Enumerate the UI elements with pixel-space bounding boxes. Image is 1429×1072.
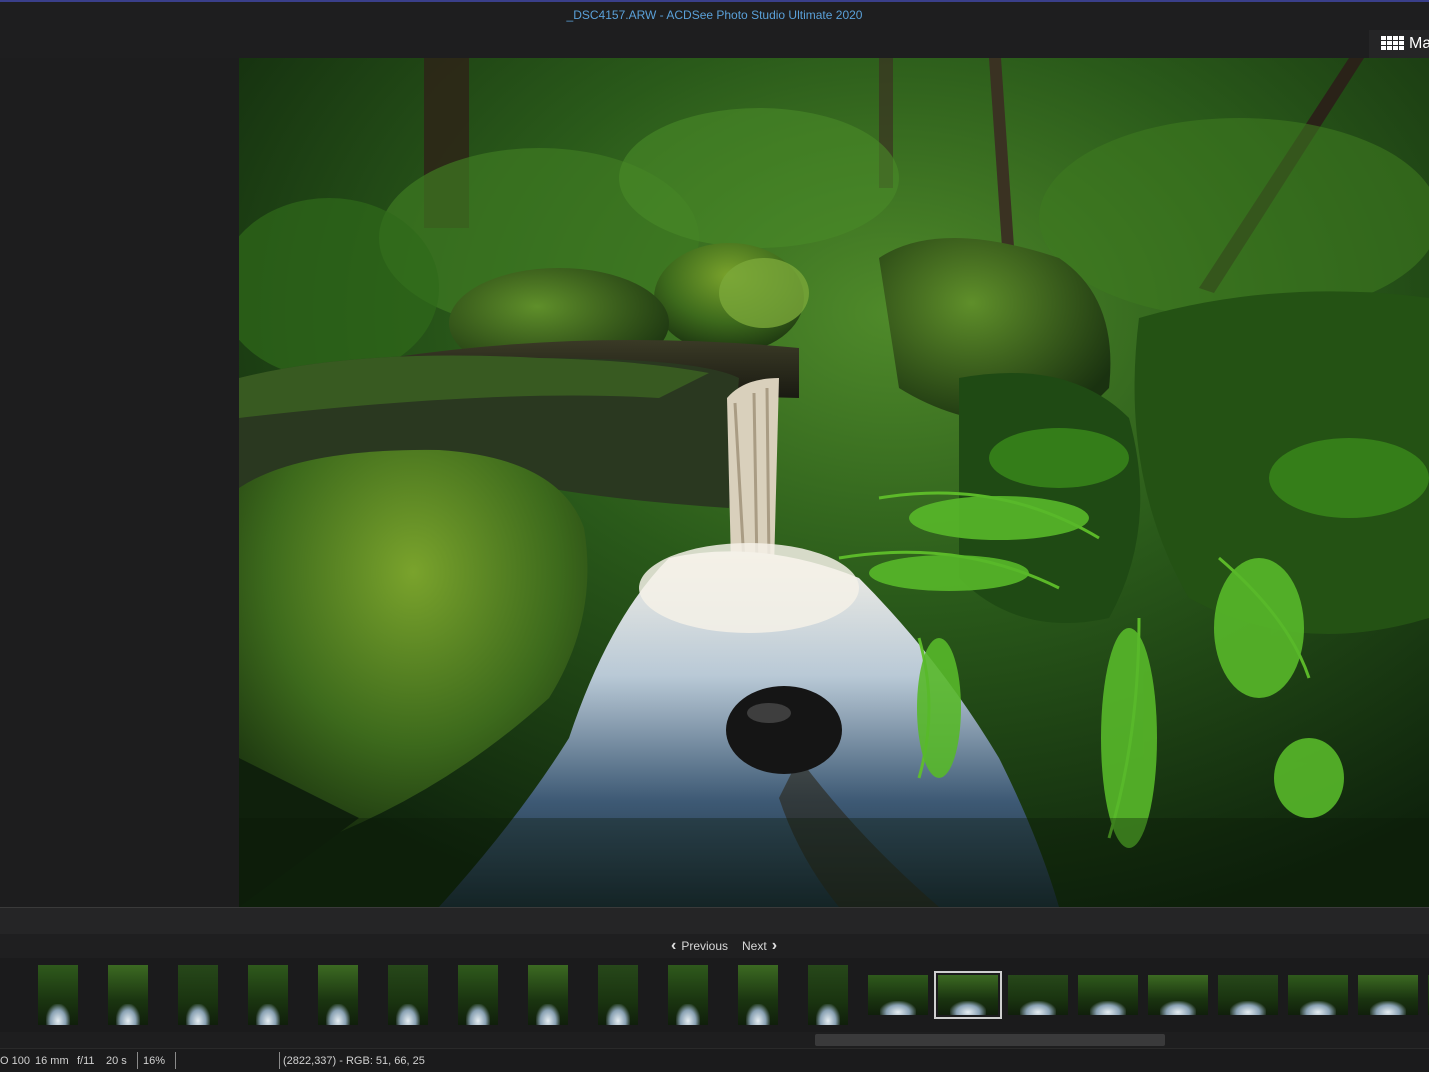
chevron-left-icon: ‹: [671, 937, 677, 954]
filmstrip-thumbnail[interactable]: [1078, 975, 1138, 1015]
thumbnail-image: [458, 965, 498, 1025]
thumbnail-image: [668, 965, 708, 1025]
filmstrip-thumbnail[interactable]: [1008, 975, 1068, 1015]
filmstrip-navigation: ‹ Previous Next ›: [0, 934, 1429, 958]
aperture-value: f/11: [77, 1055, 95, 1067]
filmstrip-thumbnail[interactable]: [388, 965, 428, 1025]
photo-forest-stream: [239, 58, 1429, 907]
image-viewer[interactable]: [239, 58, 1429, 907]
status-divider: [175, 1052, 176, 1069]
filmstrip-thumbnail[interactable]: [808, 965, 848, 1025]
filmstrip-thumbnail[interactable]: [248, 965, 288, 1025]
pixel-info: (2822,337) - RGB: 51, 66, 25: [283, 1055, 425, 1067]
thumbnail-image: [738, 965, 778, 1025]
filmstrip-separator: [0, 907, 1429, 934]
status-divider: [279, 1052, 280, 1069]
filmstrip-thumbnail[interactable]: [668, 965, 708, 1025]
scrollbar-thumb[interactable]: [815, 1034, 1165, 1046]
toolbar: Ma: [0, 30, 1429, 58]
filmstrip-thumbnail[interactable]: [1148, 975, 1208, 1015]
filmstrip: [0, 958, 1429, 1032]
thumbnail-image: [248, 965, 288, 1025]
grid-icon: [1381, 36, 1404, 52]
window-title: _DSC4157.ARW - ACDSee Photo Studio Ultim…: [566, 8, 863, 22]
left-panel: [0, 58, 239, 907]
previous-label: Previous: [681, 939, 729, 953]
filmstrip-thumbnail[interactable]: [598, 965, 638, 1025]
thumbnail-image: [318, 965, 358, 1025]
filmstrip-thumbnail[interactable]: [738, 965, 778, 1025]
thumbnail-image: [1288, 975, 1348, 1015]
thumbnail-image: [598, 965, 638, 1025]
thumbnail-image: [108, 965, 148, 1025]
thumbnail-image: [808, 965, 848, 1025]
thumbnail-image: [388, 965, 428, 1025]
filmstrip-thumbnail-selected[interactable]: [934, 971, 1002, 1019]
exposure-value: 20 s: [106, 1055, 127, 1067]
filmstrip-thumbnail[interactable]: [458, 965, 498, 1025]
title-bar: _DSC4157.ARW - ACDSee Photo Studio Ultim…: [0, 0, 1429, 30]
iso-value: O 100: [0, 1055, 30, 1067]
thumbnail-image: [1218, 975, 1278, 1015]
filmstrip-thumbnail[interactable]: [868, 975, 928, 1015]
chevron-right-icon: ›: [771, 937, 778, 954]
next-label: Next: [742, 939, 767, 953]
filmstrip-thumbnail[interactable]: [1288, 975, 1348, 1015]
next-button[interactable]: Next ›: [742, 937, 778, 954]
thumbnail-image: [528, 965, 568, 1025]
focal-length-value: 16 mm: [35, 1055, 69, 1067]
filmstrip-scrollbar[interactable]: [0, 1032, 1429, 1048]
thumbnail-image: [868, 975, 928, 1015]
filmstrip-thumbnail[interactable]: [318, 965, 358, 1025]
filmstrip-thumbnail[interactable]: [1218, 975, 1278, 1015]
filmstrip-thumbnail[interactable]: [38, 965, 78, 1025]
thumbnail-image: [38, 965, 78, 1025]
thumbnail-image: [1148, 975, 1208, 1015]
thumbnail-image: [1008, 975, 1068, 1015]
thumbnail-image: [178, 965, 218, 1025]
thumbnail-image: [1358, 975, 1418, 1015]
previous-button[interactable]: ‹ Previous: [671, 937, 729, 954]
thumbnail-image: [938, 975, 998, 1015]
status-bar: O 100 16 mm f/11 20 s 16% (2822,337) - R…: [0, 1048, 1429, 1072]
filmstrip-thumbnail[interactable]: [1358, 975, 1418, 1015]
manage-mode-button[interactable]: Ma: [1369, 30, 1429, 58]
mode-label: Ma: [1409, 35, 1429, 52]
status-divider: [137, 1052, 138, 1069]
filmstrip-thumbnail[interactable]: [178, 965, 218, 1025]
thumbnail-image: [1078, 975, 1138, 1015]
filmstrip-thumbnail[interactable]: [528, 965, 568, 1025]
filmstrip-thumbnail[interactable]: [108, 965, 148, 1025]
zoom-value: 16%: [143, 1055, 166, 1067]
